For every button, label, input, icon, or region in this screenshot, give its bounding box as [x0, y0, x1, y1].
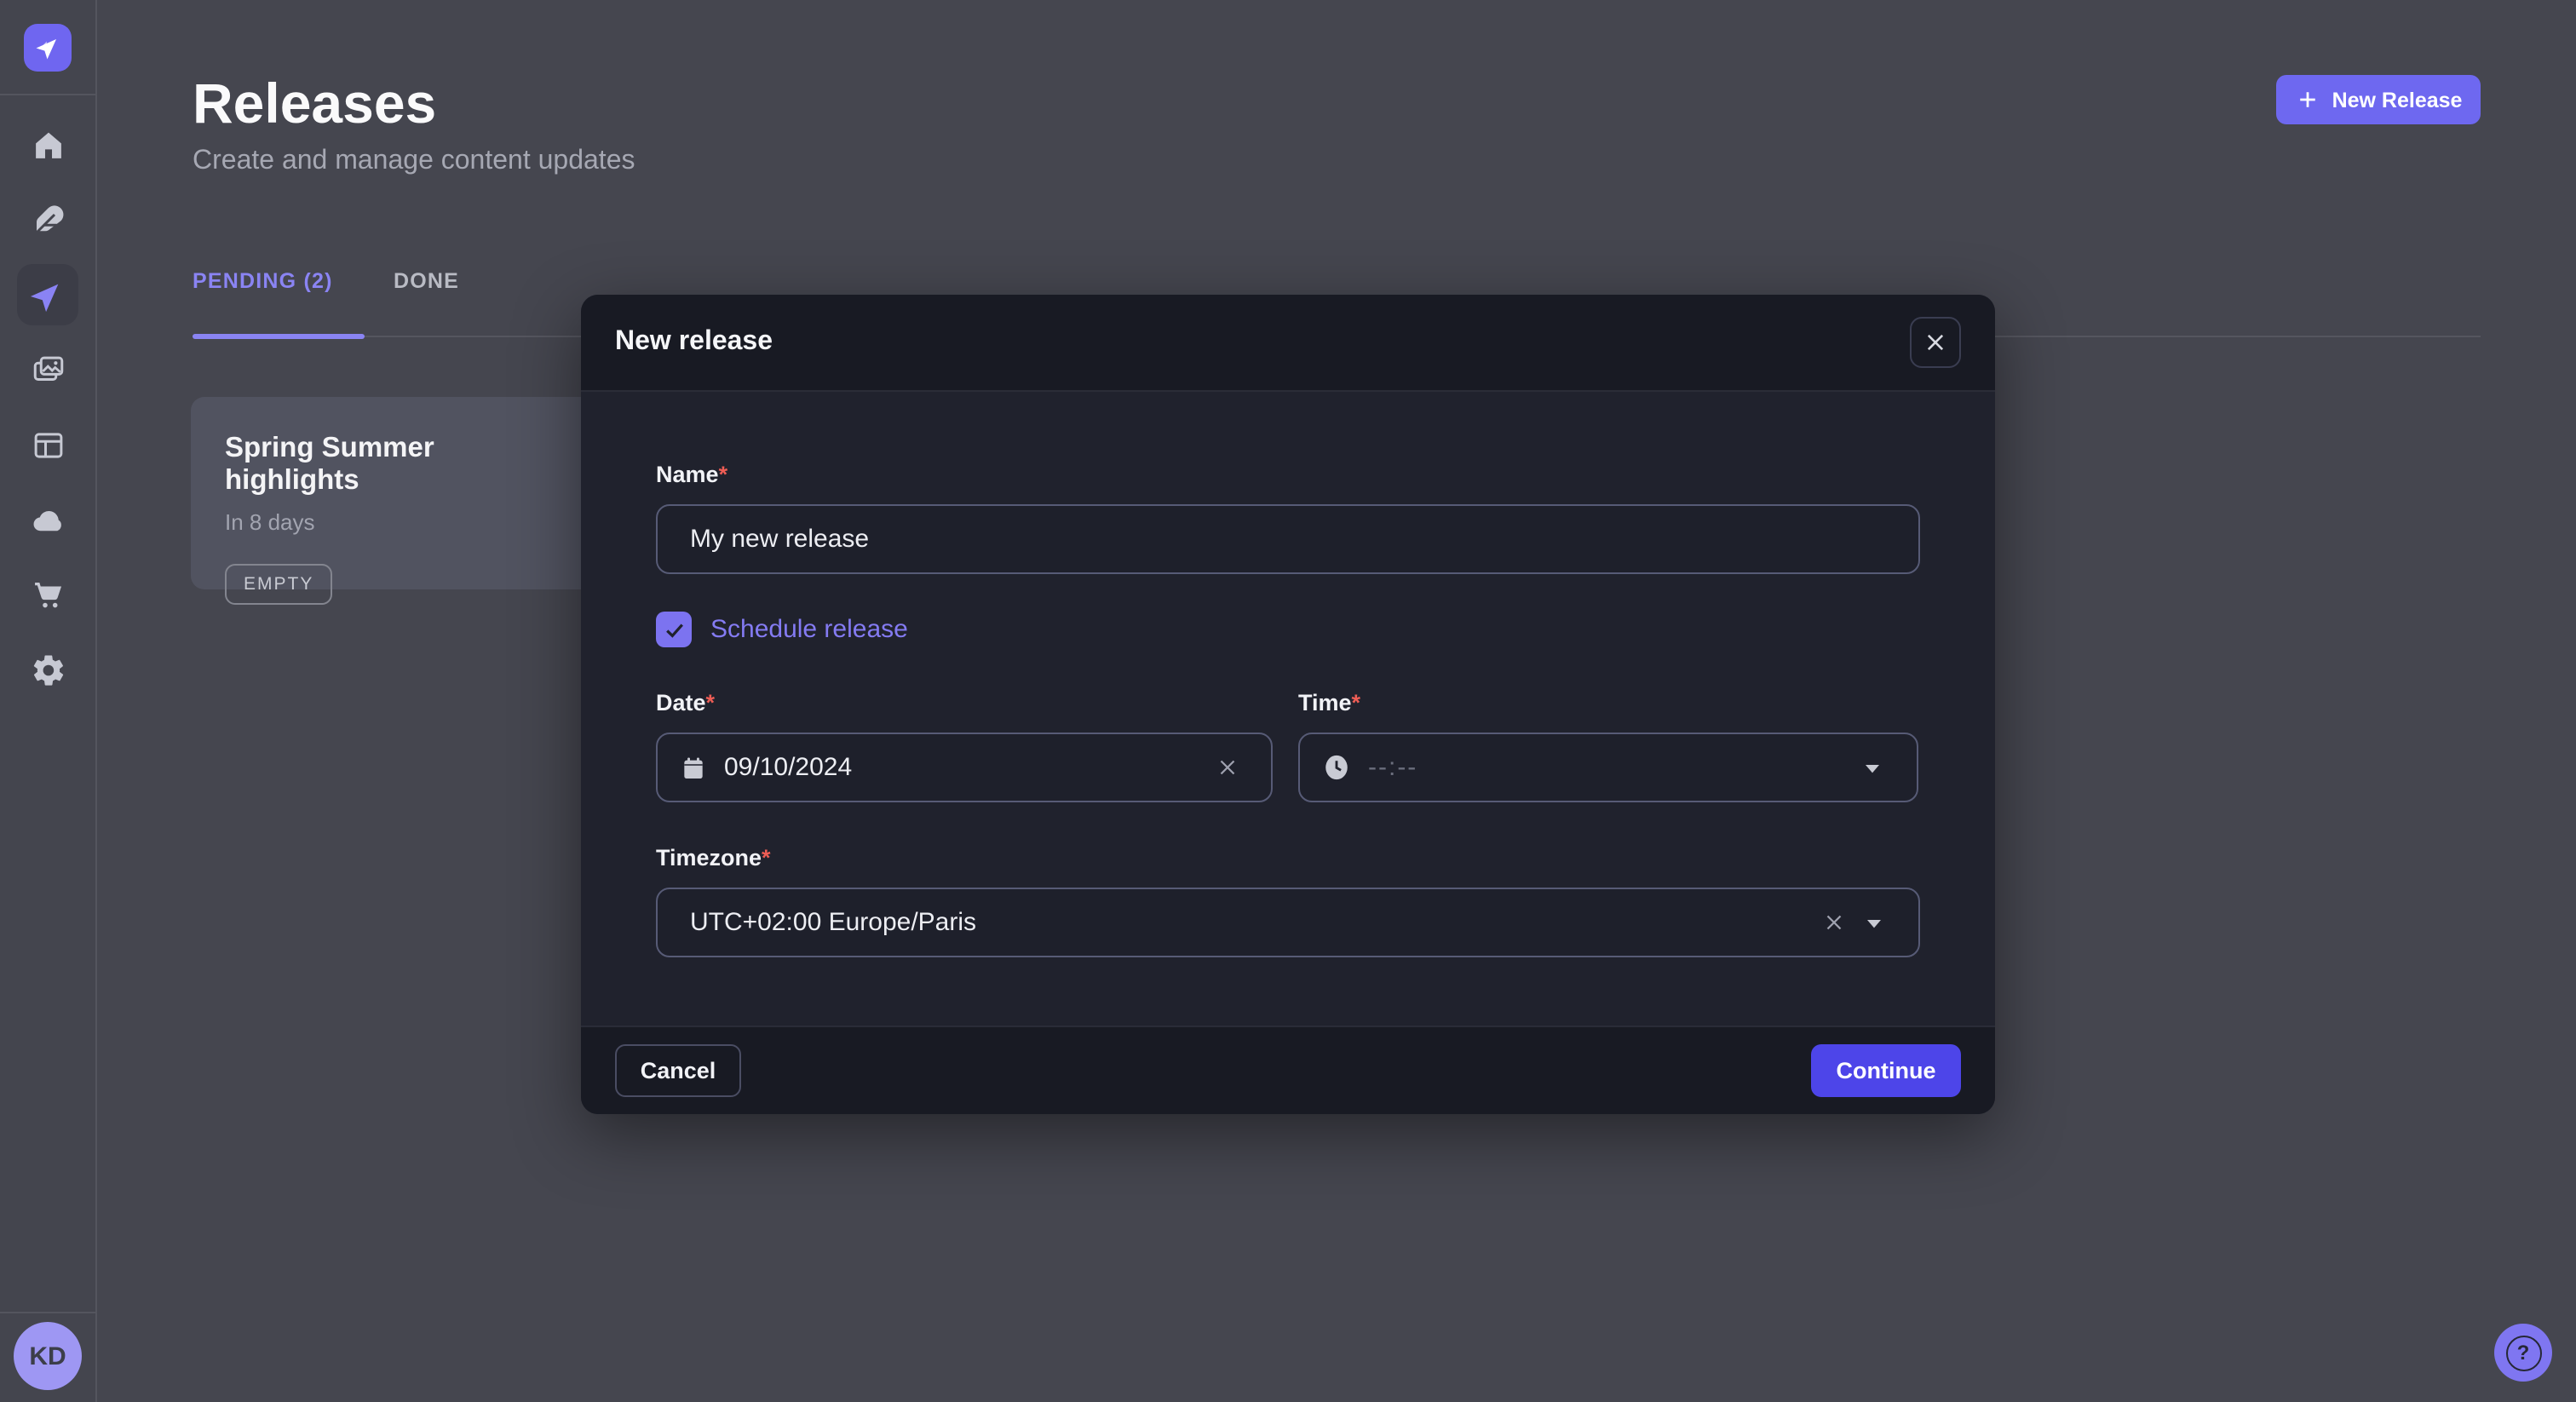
timezone-label: Timezone: [656, 845, 762, 871]
timezone-clear-button[interactable]: [1814, 910, 1854, 935]
home-icon: [30, 127, 66, 163]
timezone-label-row: Timezone*: [656, 843, 1920, 874]
cancel-button[interactable]: Cancel: [615, 1044, 741, 1097]
timezone-required-marker: *: [762, 845, 771, 871]
modal-body: Name* Schedule release Date* Time*: [581, 392, 1995, 957]
new-release-modal: New release Name* Schedule release: [581, 295, 1995, 1114]
feather-icon: [30, 202, 66, 238]
avatar-initials: KD: [29, 1342, 66, 1370]
time-placeholder: --:--: [1368, 753, 1417, 782]
release-card-due: In 8 days: [225, 509, 566, 535]
date-time-fields: 09/10/2024 --:--: [656, 719, 1920, 802]
close-icon: [1923, 330, 1947, 354]
active-tab-indicator: [193, 333, 365, 338]
tab-done[interactable]: DONE: [394, 269, 459, 293]
plus-icon: [2295, 87, 2320, 112]
cloud-icon: [30, 502, 66, 537]
time-dropdown-button[interactable]: [1852, 754, 1893, 781]
continue-button[interactable]: Continue: [1811, 1044, 1961, 1097]
new-release-label: New Release: [2332, 88, 2463, 112]
sidebar-item-releases[interactable]: [17, 264, 78, 325]
date-value: 09/10/2024: [724, 753, 852, 782]
images-icon: [30, 352, 66, 388]
help-glyph: ?: [2517, 1341, 2530, 1365]
name-input[interactable]: [656, 504, 1920, 574]
sidebar-item-pages[interactable]: [17, 414, 78, 475]
app-screen: KD Releases Create and manage content up…: [0, 0, 2576, 1402]
timezone-value: UTC+02:00 Europe/Paris: [690, 908, 976, 937]
cart-icon: [30, 577, 66, 612]
time-picker-field[interactable]: --:--: [1298, 733, 1918, 802]
date-picker-field[interactable]: 09/10/2024: [656, 733, 1273, 802]
sidebar-item-media[interactable]: [17, 339, 78, 400]
send-icon: [29, 276, 66, 313]
name-label-row: Name*: [656, 460, 1920, 491]
name-label: Name: [656, 462, 719, 487]
time-label: Time: [1298, 690, 1352, 715]
browser-window-icon: [30, 427, 66, 463]
date-required-marker: *: [706, 690, 716, 715]
sidebar-nav: [0, 114, 95, 700]
modal-header: New release: [581, 295, 1995, 392]
help-button[interactable]: ?: [2494, 1324, 2552, 1382]
schedule-release-toggle[interactable]: Schedule release: [656, 612, 1920, 647]
release-status-badge: EMPTY: [225, 564, 332, 605]
chevron-down-icon: [1860, 909, 1888, 936]
app-logo[interactable]: [24, 23, 72, 71]
sidebar-item-settings[interactable]: [17, 639, 78, 700]
timezone-select-field[interactable]: UTC+02:00 Europe/Paris: [656, 888, 1920, 957]
sidebar-item-cloud[interactable]: [17, 489, 78, 550]
sidebar-item-home[interactable]: [17, 114, 78, 175]
clear-x-icon: [1215, 755, 1240, 780]
modal-title: New release: [615, 327, 773, 358]
page-title: Releases: [193, 72, 436, 136]
tab-pending[interactable]: PENDING (2): [193, 269, 333, 293]
clock-icon: [1322, 753, 1351, 782]
schedule-label: Schedule release: [710, 615, 908, 644]
date-time-labels: Date* Time*: [656, 688, 1920, 719]
calendar-icon: [680, 754, 707, 781]
release-card[interactable]: Spring Summer highlights In 8 days EMPTY: [191, 397, 600, 589]
logo-box: [0, 0, 95, 95]
page-subtitle: Create and manage content updates: [193, 147, 635, 177]
name-required-marker: *: [719, 462, 728, 487]
release-card-title: Spring Summer highlights: [225, 433, 566, 497]
help-icon: ?: [2505, 1335, 2541, 1370]
timezone-dropdown-button[interactable]: [1854, 909, 1895, 936]
modal-close-button[interactable]: [1910, 317, 1961, 368]
sidebar-divider: [0, 1312, 95, 1313]
check-icon: [662, 618, 686, 641]
modal-footer: Cancel Continue: [581, 1026, 1995, 1114]
date-label: Date: [656, 690, 706, 715]
schedule-checkbox[interactable]: [656, 612, 692, 647]
sidebar: KD: [0, 0, 97, 1402]
new-release-button[interactable]: New Release: [2276, 75, 2481, 124]
send-logo-icon: [33, 32, 62, 61]
date-clear-button[interactable]: [1208, 755, 1247, 780]
chevron-down-icon: [1859, 754, 1886, 781]
sidebar-item-content[interactable]: [17, 189, 78, 250]
sidebar-item-commerce[interactable]: [17, 564, 78, 625]
gear-icon: [30, 652, 66, 687]
time-required-marker: *: [1352, 690, 1361, 715]
clear-x-icon: [1821, 910, 1847, 935]
user-avatar[interactable]: KD: [14, 1322, 82, 1390]
